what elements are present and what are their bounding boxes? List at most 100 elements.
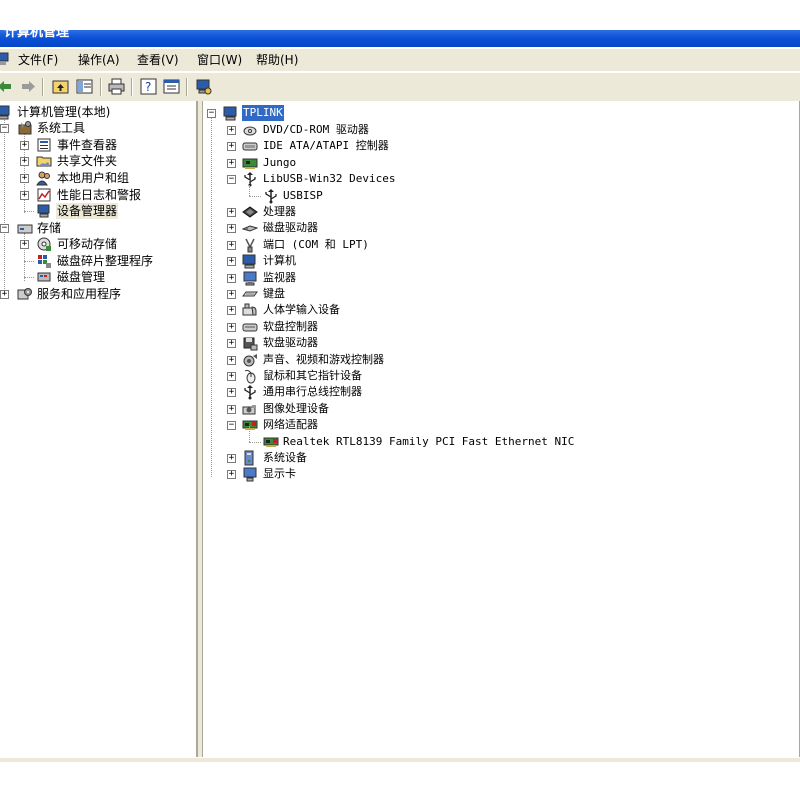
device-item-label: Realtek RTL8139 Family PCI Fast Ethernet… bbox=[283, 435, 575, 448]
collapse-toggle[interactable]: − bbox=[227, 421, 236, 430]
usb-icon bbox=[244, 172, 256, 187]
up-folder-icon[interactable] bbox=[52, 78, 69, 95]
device-category-label: LibUSB-Win32 Devices bbox=[263, 172, 396, 185]
collapse-toggle[interactable]: − bbox=[0, 224, 9, 233]
tools-icon bbox=[18, 121, 32, 135]
expand-toggle[interactable]: + bbox=[227, 241, 236, 250]
defrag-icon bbox=[38, 255, 51, 268]
tree-label-perf-logs: 性能日志和警报 bbox=[57, 188, 142, 202]
device-category-label: 显示卡 bbox=[263, 467, 296, 480]
tree-label-root: 计算机管理(本地) bbox=[17, 105, 111, 119]
keyboard-icon bbox=[242, 291, 258, 297]
expand-toggle[interactable]: + bbox=[20, 191, 29, 200]
expand-toggle[interactable]: + bbox=[227, 126, 236, 135]
computer-icon bbox=[242, 254, 256, 269]
menu-window[interactable]: 窗口(W) bbox=[197, 52, 242, 68]
expand-toggle[interactable]: + bbox=[227, 306, 236, 315]
device-category-label: 端口 (COM 和 LPT) bbox=[263, 238, 369, 251]
system-device-icon bbox=[244, 450, 254, 466]
back-arrow-icon[interactable] bbox=[0, 78, 13, 95]
tree-label-system-tools: 系统工具 bbox=[37, 121, 86, 135]
svg-text:?: ? bbox=[145, 80, 151, 94]
device-category-label: 键盘 bbox=[263, 287, 285, 300]
processor-icon bbox=[242, 206, 258, 218]
expand-toggle[interactable]: + bbox=[227, 224, 236, 233]
expand-toggle[interactable]: + bbox=[227, 274, 236, 283]
disk-management-icon bbox=[37, 272, 51, 282]
device-manager-icon bbox=[37, 204, 50, 218]
properties-icon[interactable] bbox=[163, 78, 180, 95]
performance-icon bbox=[37, 188, 51, 202]
device-category-label: 计算机 bbox=[263, 254, 296, 267]
computer-icon bbox=[223, 106, 237, 121]
expand-toggle[interactable]: + bbox=[227, 142, 236, 151]
expand-toggle[interactable]: + bbox=[0, 290, 9, 299]
expand-toggle[interactable]: + bbox=[20, 240, 29, 249]
title-bar[interactable]: 计算机管理 bbox=[0, 30, 800, 47]
expand-toggle[interactable]: + bbox=[227, 372, 236, 381]
collapse-toggle[interactable]: − bbox=[227, 175, 236, 184]
cdrom-icon bbox=[243, 126, 257, 136]
menu-help[interactable]: 帮助(H) bbox=[256, 52, 298, 68]
expand-toggle[interactable]: + bbox=[227, 290, 236, 299]
expand-toggle[interactable]: + bbox=[227, 208, 236, 217]
collapse-toggle[interactable]: − bbox=[0, 124, 9, 133]
monitor-icon bbox=[243, 271, 257, 286]
tree-label-services-apps: 服务和应用程序 bbox=[37, 287, 122, 301]
ide-controller-icon bbox=[242, 142, 258, 151]
network-card-icon bbox=[263, 437, 279, 447]
services-icon bbox=[17, 288, 32, 300]
jungo-card-icon bbox=[242, 158, 258, 169]
show-tree-icon[interactable] bbox=[76, 78, 93, 95]
expand-toggle[interactable]: + bbox=[227, 356, 236, 365]
storage-icon bbox=[17, 224, 33, 234]
tree-label-defrag: 磁盘碎片整理程序 bbox=[57, 254, 154, 268]
menu-view[interactable]: 查看(V) bbox=[137, 52, 179, 68]
device-category-label: 通用串行总线控制器 bbox=[263, 385, 362, 398]
mouse-icon bbox=[244, 369, 256, 384]
expand-toggle[interactable]: + bbox=[227, 454, 236, 463]
tree-label-disk-management: 磁盘管理 bbox=[57, 270, 106, 284]
expand-toggle[interactable]: + bbox=[20, 157, 29, 166]
device-category-label: 系统设备 bbox=[263, 451, 307, 464]
device-category-label: 鼠标和其它指针设备 bbox=[263, 369, 362, 382]
device-category-label: DVD/CD-ROM 驱动器 bbox=[263, 123, 369, 136]
expand-toggle[interactable]: + bbox=[227, 405, 236, 414]
device-tree[interactable]: − TPLINK + DVD/CD-ROM 驱动器 + IDE ATA/ATAPI 控… bbox=[202, 101, 800, 757]
expand-toggle[interactable]: + bbox=[20, 174, 29, 183]
help-icon[interactable]: ? bbox=[140, 78, 157, 95]
removable-storage-icon bbox=[37, 237, 51, 251]
device-category-label: 人体学输入设备 bbox=[263, 303, 340, 316]
expand-toggle[interactable]: + bbox=[227, 470, 236, 479]
menu-bar: 文件(F) 操作(A) 查看(V) 窗口(W) 帮助(H) bbox=[0, 49, 800, 71]
device-category-label: Jungo bbox=[263, 156, 297, 169]
expand-toggle[interactable]: + bbox=[227, 323, 236, 332]
expand-toggle[interactable]: + bbox=[227, 339, 236, 348]
tree-label-device-manager: 设备管理器 bbox=[56, 203, 119, 219]
event-viewer-icon bbox=[37, 138, 51, 152]
scan-hardware-icon[interactable] bbox=[195, 78, 212, 95]
collapse-toggle[interactable]: − bbox=[207, 109, 216, 118]
status-bar bbox=[0, 758, 800, 762]
sound-icon bbox=[243, 354, 257, 367]
network-card-icon bbox=[242, 420, 258, 430]
computer-management-icon[interactable] bbox=[0, 52, 10, 66]
floppy-controller-icon bbox=[242, 323, 258, 332]
expand-toggle[interactable]: + bbox=[227, 159, 236, 168]
forward-arrow-icon[interactable] bbox=[20, 78, 37, 95]
expand-toggle[interactable]: + bbox=[227, 257, 236, 266]
tree-label-local-users: 本地用户和组 bbox=[57, 171, 130, 185]
tree-label-storage: 存储 bbox=[37, 221, 62, 235]
menu-action[interactable]: 操作(A) bbox=[78, 52, 120, 68]
device-category-label: 处理器 bbox=[263, 205, 296, 218]
display-adapter-icon bbox=[243, 467, 257, 482]
device-category-label: 网络适配器 bbox=[263, 418, 318, 431]
device-category-label: 软盘驱动器 bbox=[263, 336, 318, 349]
device-tree-root-label: TPLINK bbox=[242, 105, 284, 121]
expand-toggle[interactable]: + bbox=[227, 388, 236, 397]
port-icon bbox=[245, 238, 255, 253]
print-icon[interactable] bbox=[108, 78, 125, 95]
console-tree[interactable]: 计算机管理(本地) − 系统工具 + 事件查看器 + 共享文件夹 + 本地用户和… bbox=[0, 101, 198, 757]
menu-file[interactable]: 文件(F) bbox=[18, 52, 58, 68]
expand-toggle[interactable]: + bbox=[20, 141, 29, 150]
